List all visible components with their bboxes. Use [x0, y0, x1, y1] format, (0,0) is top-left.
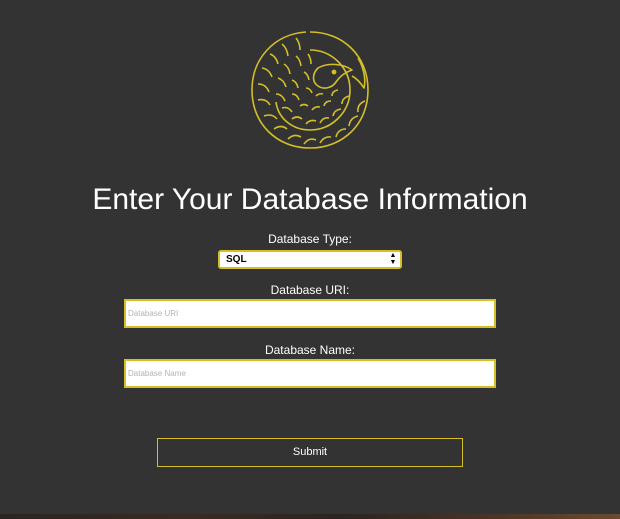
database-setup-page: Enter Your Database Information Database… [0, 0, 620, 519]
database-type-select[interactable]: SQL ▲ ▼ [218, 250, 402, 269]
database-type-label: Database Type: [268, 232, 352, 246]
select-arrows-icon: ▲ ▼ [389, 252, 397, 266]
database-uri-input[interactable]: Database URI [124, 299, 496, 328]
background-edge [0, 514, 620, 519]
database-type-selected-value: SQL [226, 254, 247, 265]
database-uri-label: Database URI: [270, 283, 350, 297]
page-title: Enter Your Database Information [92, 183, 528, 216]
database-name-input[interactable]: Database Name [124, 359, 496, 388]
database-name-label: Database Name: [264, 343, 356, 357]
pangolin-logo-icon [251, 31, 369, 149]
submit-button[interactable]: Submit [157, 438, 463, 467]
database-uri-placeholder: Database URI [128, 309, 179, 318]
database-name-placeholder: Database Name [128, 369, 186, 378]
